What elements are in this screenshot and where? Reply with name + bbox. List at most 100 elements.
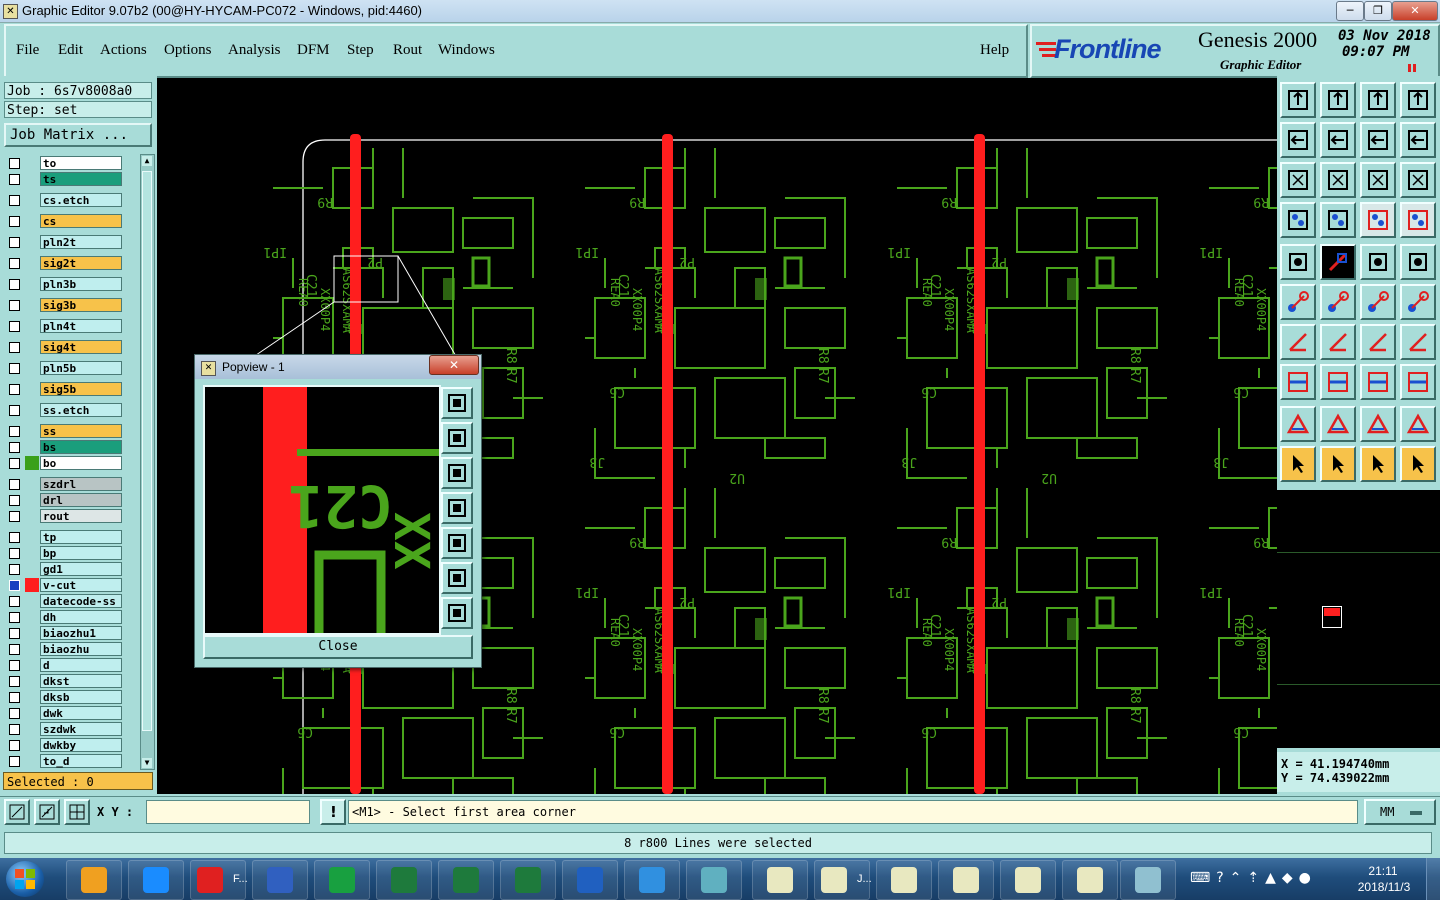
feature-tool-button[interactable]: [1280, 364, 1316, 400]
layer-row-dwk[interactable]: dwk: [4, 706, 138, 720]
taskbar-app-8[interactable]: [562, 860, 618, 900]
overview-map[interactable]: [1277, 490, 1440, 748]
layer-color-swatch[interactable]: [25, 706, 39, 720]
arrow-up-tool-button[interactable]: [1320, 406, 1356, 442]
cross-tool-button[interactable]: [1320, 284, 1356, 320]
taskbar-app-16[interactable]: [1062, 860, 1118, 900]
layer-checkbox[interactable]: [9, 724, 20, 735]
swap-tool-button[interactable]: [1400, 122, 1436, 158]
move-left-tool-button[interactable]: [1280, 122, 1316, 158]
layer-color-swatch[interactable]: [25, 610, 39, 624]
layer-scrollbar[interactable]: ▲ ▼: [140, 154, 155, 770]
layer-color-swatch[interactable]: [25, 156, 39, 170]
triangle-tool-button[interactable]: [1280, 406, 1316, 442]
layer-color-swatch[interactable]: [25, 722, 39, 736]
layer-row-sig5b[interactable]: sig5b: [4, 382, 138, 396]
layer-row-tp[interactable]: tp: [4, 530, 138, 544]
pointer-circle-tool-button[interactable]: [1360, 446, 1396, 482]
popview-titlebar[interactable]: ✕ Popview - 1 ✕: [195, 355, 481, 379]
maximize-button[interactable]: ❐: [1364, 1, 1392, 21]
ruler-tool-button[interactable]: [1360, 244, 1396, 280]
layer-row-szdrl[interactable]: szdrl: [4, 477, 138, 491]
layer-row-pln3b[interactable]: pln3b: [4, 277, 138, 291]
vcut-line[interactable]: [662, 134, 673, 794]
taskbar-app-7[interactable]: [500, 860, 556, 900]
menu-rout[interactable]: Rout: [393, 42, 422, 59]
layer-name[interactable]: to: [40, 156, 122, 170]
menu-file[interactable]: File: [16, 42, 39, 59]
taskbar-app-9[interactable]: [624, 860, 680, 900]
layer-name[interactable]: dkst: [40, 674, 122, 688]
layer-checkbox[interactable]: [9, 195, 20, 206]
layer-name[interactable]: sig2t: [40, 256, 122, 270]
pop-pan-down-button[interactable]: [441, 457, 473, 489]
layer-checkbox[interactable]: [9, 495, 20, 506]
layer-checkbox[interactable]: [9, 708, 20, 719]
layer-checkbox[interactable]: [9, 363, 20, 374]
grid-tool-button[interactable]: [1320, 202, 1356, 238]
layer-color-swatch[interactable]: [25, 382, 39, 396]
layer-color-swatch[interactable]: [25, 658, 39, 672]
taskbar-app-10[interactable]: [686, 860, 742, 900]
layer-color-swatch[interactable]: [25, 562, 39, 576]
layer-checkbox[interactable]: [9, 628, 20, 639]
layer-color-swatch[interactable]: [25, 530, 39, 544]
taskbar-app-14[interactable]: [938, 860, 994, 900]
arch-tool-button[interactable]: [1360, 406, 1396, 442]
fit-tool-button[interactable]: [1280, 162, 1316, 198]
layer-color-swatch[interactable]: [25, 738, 39, 752]
taskbar-app-11[interactable]: [752, 860, 808, 900]
layer-name[interactable]: szdwk: [40, 722, 122, 736]
xy-input[interactable]: [146, 800, 310, 824]
layer-row-pln5b[interactable]: pln5b: [4, 361, 138, 375]
taskbar-app-6[interactable]: [438, 860, 494, 900]
layer-checkbox[interactable]: [9, 532, 20, 543]
layer-checkbox[interactable]: [9, 660, 20, 671]
overview-viewport[interactable]: [1322, 606, 1342, 628]
layer-name[interactable]: pln4t: [40, 319, 122, 333]
zoom-fit-button[interactable]: [4, 799, 30, 825]
pointer-box-tool-button[interactable]: [1320, 446, 1356, 482]
pop-zoom-in-button[interactable]: [441, 562, 473, 594]
menu-help[interactable]: Help: [980, 42, 1009, 59]
layer-color-swatch[interactable]: [25, 298, 39, 312]
minimize-button[interactable]: ─: [1336, 1, 1364, 21]
taskbar-app-17[interactable]: [1120, 860, 1176, 900]
layer-row-ts[interactable]: ts: [4, 172, 138, 186]
layer-color-swatch[interactable]: [25, 440, 39, 454]
layer-checkbox[interactable]: [9, 174, 20, 185]
layer-name[interactable]: dksb: [40, 690, 122, 704]
layer-color-swatch[interactable]: [25, 319, 39, 333]
layer-down-tool-button[interactable]: [1320, 82, 1356, 118]
layer-name[interactable]: dh: [40, 610, 122, 624]
taskbar-app-1[interactable]: [128, 860, 184, 900]
layer-name[interactable]: ss: [40, 424, 122, 438]
layer-name[interactable]: ss.etch: [40, 403, 122, 417]
popview-close-button[interactable]: Close: [203, 635, 473, 659]
taskbar-app-4[interactable]: [314, 860, 370, 900]
layer-name[interactable]: datecode-ss: [40, 594, 122, 608]
layer-color-swatch[interactable]: [25, 594, 39, 608]
layer-name[interactable]: biaozhu1: [40, 626, 122, 640]
layer-name[interactable]: pln3b: [40, 277, 122, 291]
pop-pan-left-button[interactable]: [441, 492, 473, 524]
help-tool-button[interactable]: [1400, 162, 1436, 198]
layer-name[interactable]: dwkby: [40, 738, 122, 752]
layer-checkbox[interactable]: [9, 279, 20, 290]
layer-row-ss.etch[interactable]: ss.etch: [4, 403, 138, 417]
menu-options[interactable]: Options: [164, 42, 212, 59]
layer-checkbox[interactable]: [9, 612, 20, 623]
layer-row-ss[interactable]: ss: [4, 424, 138, 438]
layer-name[interactable]: bo: [40, 456, 122, 470]
taskbar-app-5[interactable]: [376, 860, 432, 900]
layer-name[interactable]: ts: [40, 172, 122, 186]
layer-row-datecode-ss[interactable]: datecode-ss: [4, 594, 138, 608]
layer-row-szdwk[interactable]: szdwk: [4, 722, 138, 736]
layer-row-bs[interactable]: bs: [4, 440, 138, 454]
layer-name[interactable]: to_d: [40, 754, 122, 768]
layer-color-swatch[interactable]: [25, 626, 39, 640]
layer-row-to_d[interactable]: to_d: [4, 754, 138, 768]
layer-row-pln2t[interactable]: pln2t: [4, 235, 138, 249]
layer-row-sig4t[interactable]: sig4t: [4, 340, 138, 354]
taskbar-app-15[interactable]: [1000, 860, 1056, 900]
